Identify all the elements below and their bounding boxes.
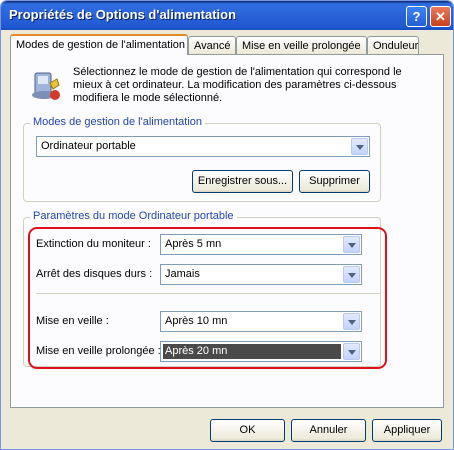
help-icon: ? (412, 9, 421, 24)
power-scheme-value: Ordinateur portable (41, 140, 136, 152)
help-button[interactable]: ? (406, 6, 427, 27)
chevron-down-icon[interactable] (351, 138, 368, 155)
close-icon: ✕ (435, 9, 446, 24)
window-title: Propriétés de Options d'alimentation (9, 7, 237, 22)
highlight-annotation (28, 227, 387, 369)
close-button[interactable]: ✕ (430, 6, 451, 27)
power-schemes-group-label: Modes de gestion de l'alimentation (30, 116, 206, 128)
description-text: Sélectionnez le mode de gestion de l'ali… (73, 66, 402, 104)
tab-hibernate[interactable]: Mise en veille prolongée (236, 36, 367, 54)
tab-power-schemes[interactable]: Modes de gestion de l'alimentation (10, 34, 188, 55)
power-scheme-select[interactable]: Ordinateur portable (36, 136, 370, 157)
tab-advanced[interactable]: Avancé (188, 36, 236, 54)
apply-button[interactable]: Appliquer (372, 419, 442, 442)
save-as-button[interactable]: Enregistrer sous... (192, 170, 293, 193)
power-schemes-group: Modes de gestion de l'alimentation Ordin… (23, 116, 381, 202)
cancel-button[interactable]: Annuler (291, 419, 366, 442)
delete-button[interactable]: Supprimer (299, 170, 370, 193)
tab-ups[interactable]: Onduleur (367, 36, 419, 54)
power-scheme-icon (32, 72, 60, 100)
ok-button[interactable]: OK (210, 419, 285, 442)
scheme-settings-group-label: Paramètres du mode Ordinateur portable (30, 210, 237, 222)
title-bar[interactable]: Propriétés de Options d'alimentation ? ✕ (1, 1, 453, 30)
power-options-window: Propriétés de Options d'alimentation ? ✕… (0, 0, 454, 450)
